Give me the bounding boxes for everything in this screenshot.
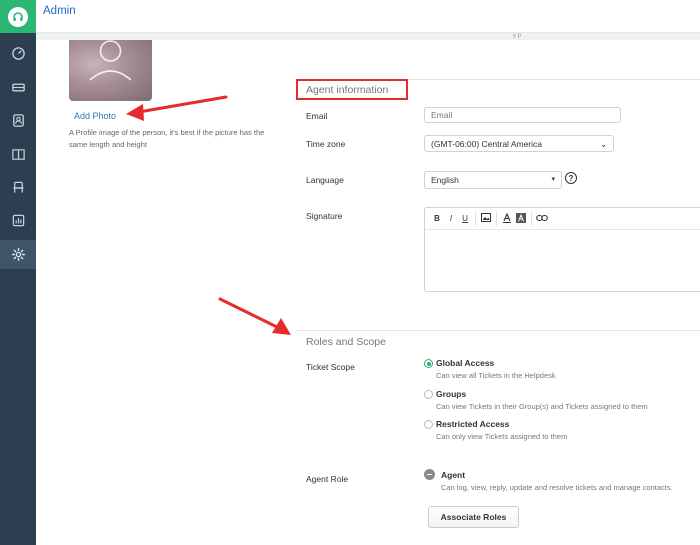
- language-select[interactable]: English ▾: [424, 171, 562, 189]
- timezone-label: Time zone: [306, 139, 346, 149]
- language-label: Language: [306, 175, 344, 185]
- groups-title: Groups: [436, 389, 467, 399]
- groups-desc: Can view Tickets in their Group(s) and T…: [436, 402, 648, 411]
- section-divider: [295, 330, 700, 331]
- brand-logo[interactable]: [0, 0, 36, 33]
- chevron-down-icon: ⌄: [600, 140, 607, 149]
- arrow-to-roles-scope: [218, 297, 291, 335]
- tickets-icon[interactable]: [0, 73, 36, 101]
- book-icon[interactable]: [0, 140, 36, 168]
- toolbar-divider: [496, 211, 497, 226]
- help-icon[interactable]: ?: [565, 172, 577, 184]
- image-icon[interactable]: [479, 213, 493, 224]
- add-photo-link[interactable]: Add Photo: [74, 111, 116, 121]
- headset-icon: [8, 6, 28, 27]
- timezone-select[interactable]: (GMT-06:00) Central America ⌄: [424, 135, 614, 152]
- roles-scope-heading: Roles and Scope: [306, 336, 386, 348]
- timezone-value: (GMT-06:00) Central America: [431, 138, 543, 149]
- agent-information-heading: Agent information: [306, 84, 389, 96]
- bold-button[interactable]: B: [430, 214, 444, 223]
- remove-role-icon[interactable]: [424, 469, 435, 480]
- restricted-access-desc: Can only view Tickets assigned to them: [436, 432, 568, 441]
- text-color-icon[interactable]: [500, 212, 514, 225]
- restricted-access-title: Restricted Access: [436, 419, 510, 429]
- underline-button[interactable]: U: [458, 214, 472, 223]
- signature-editor[interactable]: B I U: [424, 207, 700, 292]
- link-icon[interactable]: [535, 214, 549, 224]
- contacts-icon[interactable]: [0, 106, 36, 134]
- associate-roles-button[interactable]: Associate Roles: [428, 506, 519, 528]
- settings-icon[interactable]: [0, 240, 36, 269]
- ticket-scope-label: Ticket Scope: [306, 362, 355, 372]
- header-divider: [36, 33, 700, 40]
- sidebar: [0, 0, 36, 545]
- restricted-access-radio[interactable]: [424, 420, 433, 429]
- user-silhouette-icon: [89, 40, 132, 81]
- email-field[interactable]: [424, 107, 621, 123]
- global-access-title: Global Access: [436, 358, 495, 368]
- agent-role-label: Agent Role: [306, 474, 349, 484]
- toolbar-divider: [531, 211, 532, 226]
- email-label: Email: [306, 111, 328, 121]
- top-header: Admin: [36, 0, 700, 33]
- dashboard-icon[interactable]: [0, 39, 36, 67]
- language-value: English: [431, 175, 459, 185]
- caret-down-icon: ▾: [551, 176, 555, 183]
- global-access-radio[interactable]: [424, 359, 433, 368]
- agent-role-desc: Can log, view, reply, update and resolve…: [441, 483, 673, 492]
- background-color-icon[interactable]: [514, 212, 528, 225]
- toolbar-divider: [475, 211, 476, 226]
- photo-help-text: A Profile image of the person, it's best…: [69, 128, 265, 149]
- editor-toolbar: B I U: [425, 208, 700, 230]
- agent-role-title: Agent: [441, 470, 466, 480]
- global-access-desc: Can view all Tickets in the Helpdesk: [436, 371, 556, 380]
- signature-label: Signature: [306, 211, 343, 221]
- reports-icon[interactable]: [0, 206, 36, 234]
- truncated-text: y p: [513, 33, 522, 39]
- profile-photo[interactable]: [69, 40, 152, 101]
- page-title: Admin: [43, 5, 76, 17]
- italic-button[interactable]: I: [444, 214, 458, 223]
- chair-icon[interactable]: [0, 173, 36, 201]
- groups-radio[interactable]: [424, 390, 433, 399]
